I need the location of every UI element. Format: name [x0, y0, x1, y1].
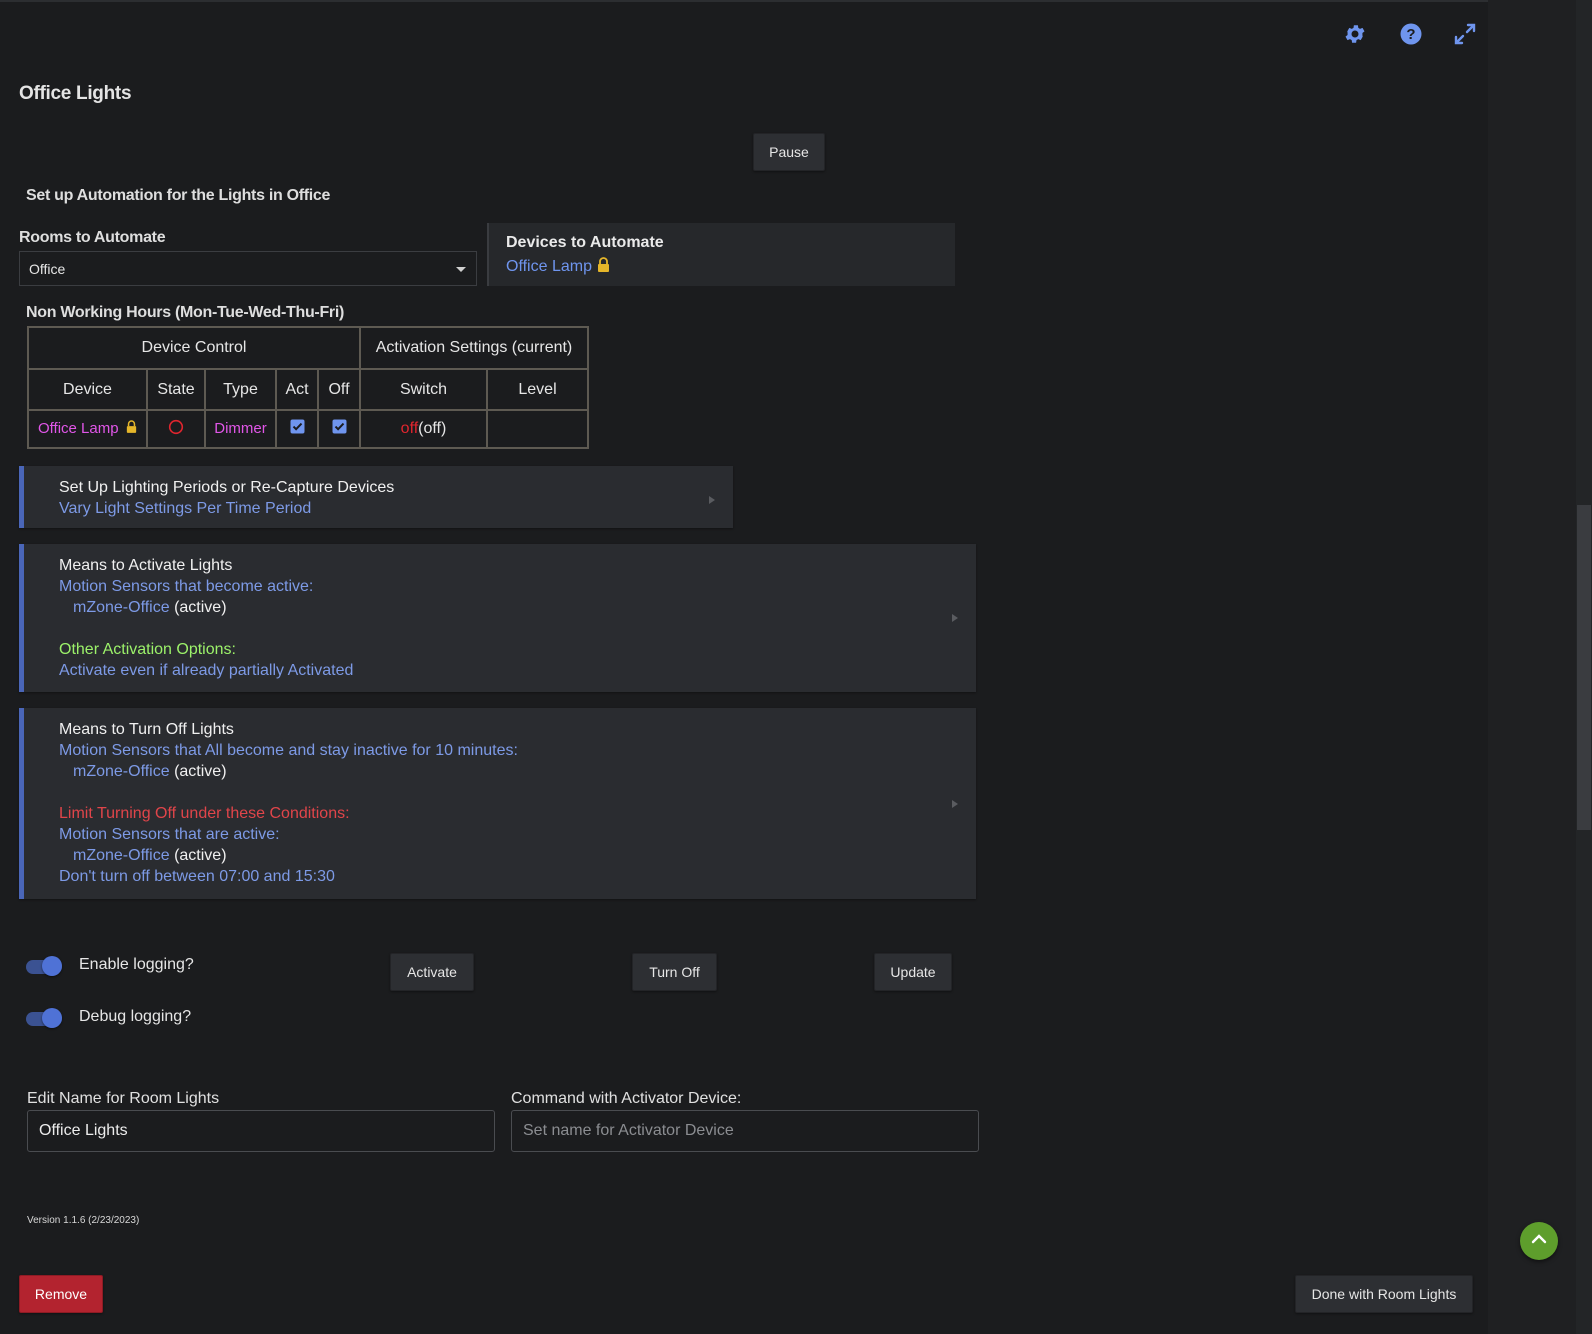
- activate-button[interactable]: Activate: [390, 953, 474, 991]
- turnoff-limit-label: Limit Turning Off under these Conditions…: [59, 805, 350, 822]
- done-button[interactable]: Done with Room Lights: [1295, 1275, 1473, 1313]
- turnoff-limit-sensor-state: (active): [174, 847, 227, 864]
- turnoff-limit-sensor: mZone-Office: [73, 847, 170, 864]
- remove-button[interactable]: Remove: [19, 1275, 103, 1313]
- activate-sensor-state: (active): [174, 599, 227, 616]
- debug-logging-toggle[interactable]: [26, 1008, 62, 1030]
- column-header: Off: [317, 368, 361, 411]
- device-type: Dimmer: [214, 420, 267, 437]
- activate-lights-card[interactable]: Means to Activate Lights Motion Sensors …: [19, 544, 976, 692]
- chevron-right-icon: [709, 496, 715, 504]
- turnoff-time-limit: Don't turn off between 07:00 and 15:30: [59, 868, 335, 885]
- pause-button[interactable]: Pause: [753, 133, 825, 171]
- top-border: [0, 0, 1592, 2]
- turnoff-sensor-state: (active): [174, 763, 227, 780]
- lighting-periods-card[interactable]: Set Up Lighting Periods or Re-Capture De…: [19, 466, 733, 528]
- scroll-to-top-button[interactable]: [1520, 1222, 1558, 1260]
- level-cell: [486, 409, 589, 449]
- activate-title: Means to Activate Lights: [59, 557, 233, 574]
- off-indicator-icon: [168, 419, 184, 439]
- schedule-heading: Non Working Hours (Mon-Tue-Wed-Thu-Fri): [26, 304, 345, 321]
- device-control-table: Device Control Activation Settings (curr…: [27, 326, 589, 449]
- table-row: Office Lamp Dimmer off(off): [27, 409, 589, 449]
- devices-panel: Devices to Automate Office Lamp: [487, 223, 955, 286]
- debug-logging-label: Debug logging?: [79, 1008, 192, 1025]
- activate-motion-label: Motion Sensors that become active:: [59, 578, 314, 595]
- rooms-label: Rooms to Automate: [19, 229, 166, 246]
- chevron-down-icon: [456, 267, 466, 272]
- switch-value: off: [400, 420, 419, 437]
- switch-cell: off(off): [359, 409, 488, 449]
- room-lights-name-input[interactable]: [27, 1110, 495, 1152]
- turnoff-motion-label: Motion Sensors that All become and stay …: [59, 742, 518, 759]
- off-cell[interactable]: [317, 409, 361, 449]
- device-cell[interactable]: Office Lamp: [27, 409, 148, 449]
- column-header: Level: [486, 368, 589, 411]
- lock-icon: [597, 257, 610, 277]
- column-header: Device: [27, 368, 148, 411]
- expand-icon[interactable]: [1451, 20, 1479, 48]
- gear-icon[interactable]: [1341, 20, 1369, 48]
- turnoff-limit-motion-label: Motion Sensors that are active:: [59, 826, 280, 843]
- device-name[interactable]: Office Lamp: [38, 420, 119, 437]
- enable-logging-toggle[interactable]: [26, 956, 62, 978]
- activate-other-value: Activate even if already partially Activ…: [59, 662, 354, 679]
- column-header: Act: [275, 368, 319, 411]
- act-cell[interactable]: [275, 409, 319, 449]
- rooms-select[interactable]: Office: [19, 251, 477, 286]
- column-header: State: [146, 368, 206, 411]
- state-cell: [146, 409, 206, 449]
- activate-other-label: Other Activation Options:: [59, 641, 236, 658]
- name-field-label: Edit Name for Room Lights: [27, 1090, 220, 1107]
- lighting-periods-subtitle: Vary Light Settings Per Time Period: [59, 500, 312, 517]
- type-cell: Dimmer: [204, 409, 277, 449]
- devices-item[interactable]: Office Lamp: [506, 257, 955, 277]
- act-checkbox[interactable]: [290, 419, 305, 438]
- update-button[interactable]: Update: [874, 953, 952, 991]
- setup-heading: Set up Automation for the Lights in Offi…: [26, 187, 331, 204]
- page-title: Office Lights: [19, 83, 132, 104]
- command-field-label: Command with Activator Device:: [511, 1090, 742, 1107]
- lighting-periods-title: Set Up Lighting Periods or Re-Capture De…: [59, 479, 395, 496]
- chevron-right-icon: [952, 800, 958, 808]
- activator-device-input[interactable]: [511, 1110, 979, 1152]
- lock-icon: [126, 420, 137, 437]
- turnoff-title: Means to Turn Off Lights: [59, 721, 234, 738]
- switch-current: (off): [418, 420, 447, 437]
- group-header-device-control: Device Control: [27, 326, 361, 370]
- devices-heading: Devices to Automate: [506, 234, 664, 251]
- turn-off-lights-card[interactable]: Means to Turn Off Lights Motion Sensors …: [19, 708, 976, 899]
- svg-text:?: ?: [1406, 26, 1415, 43]
- enable-logging-label: Enable logging?: [79, 956, 194, 973]
- activate-sensor: mZone-Office: [73, 599, 170, 616]
- help-circle-icon[interactable]: ?: [1397, 20, 1425, 48]
- group-header-activation: Activation Settings (current): [359, 326, 589, 370]
- column-header: Type: [204, 368, 277, 411]
- version-text: Version 1.1.6 (2/23/2023): [27, 1215, 140, 1226]
- rooms-selected-value: Office: [29, 260, 66, 277]
- chevron-right-icon: [952, 614, 958, 622]
- off-checkbox[interactable]: [332, 419, 347, 438]
- column-header: Switch: [359, 368, 488, 411]
- scrollbar-thumb[interactable]: [1577, 505, 1591, 830]
- turn-off-button[interactable]: Turn Off: [632, 953, 717, 991]
- turnoff-sensor: mZone-Office: [73, 763, 170, 780]
- devices-item-label: Office Lamp: [506, 258, 592, 275]
- chevron-up-icon: [1530, 1230, 1548, 1253]
